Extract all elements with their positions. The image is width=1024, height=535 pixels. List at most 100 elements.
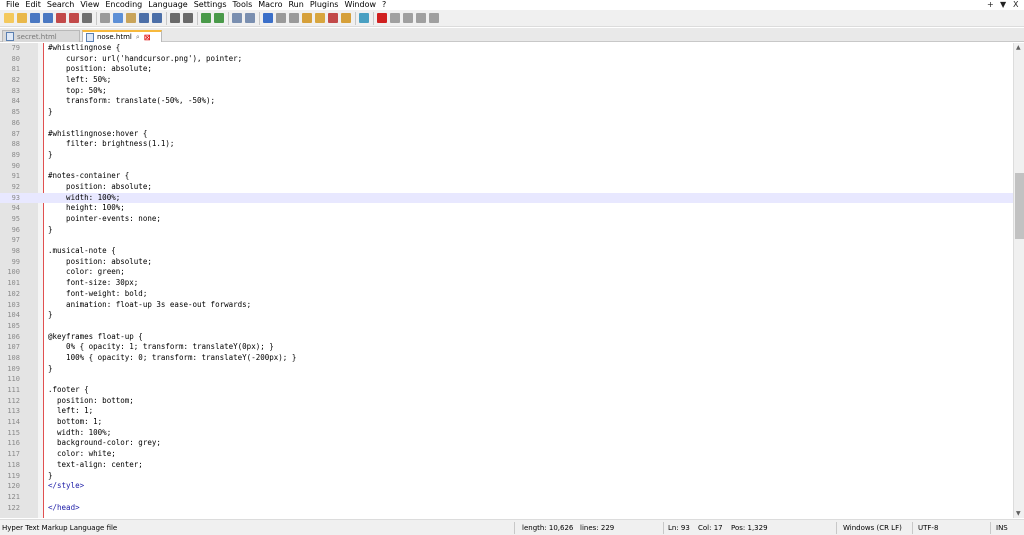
code-line[interactable]: 115 width: 100%; [0,428,1013,439]
code-line[interactable]: 113 left: 1; [0,406,1013,417]
sync-scroll-v-icon[interactable] [232,13,242,23]
zoom-out-icon[interactable] [214,13,224,23]
monitoring-icon[interactable] [359,13,369,23]
code-line[interactable]: 102 font-weight: bold; [0,289,1013,300]
menu-file[interactable]: File [3,0,22,9]
code-line[interactable]: 105 [0,321,1013,332]
menu-run[interactable]: Run [285,0,306,9]
menu-encoding[interactable]: Encoding [102,0,145,9]
code-line[interactable]: 106 @keyframes float-up { [0,332,1013,343]
code-line[interactable]: 104} [0,310,1013,321]
code-line[interactable]: 116 background-color: grey; [0,438,1013,449]
code-line[interactable]: 107 0% { opacity: 1; transform: translat… [0,342,1013,353]
redo-icon[interactable] [152,13,162,23]
sync-scroll-h-icon[interactable] [245,13,255,23]
close-all-icon[interactable] [69,13,79,23]
scroll-down-arrow-icon[interactable]: ▼ [1016,510,1021,517]
code-line[interactable]: 90 [0,161,1013,172]
pin-icon[interactable]: ⌕ [136,33,140,42]
code-line[interactable]: 91 #notes-container { [0,171,1013,182]
code-editor[interactable]: 79 #whistlingnose {80 cursor: url('handcu… [0,43,1013,518]
menu-tools[interactable]: Tools [230,0,256,9]
print-icon[interactable] [82,13,92,23]
find-icon[interactable] [170,13,180,23]
save-macro-icon[interactable] [429,13,439,23]
code-line[interactable]: 114 bottom: 1; [0,417,1013,428]
open-file-icon[interactable] [17,13,27,23]
status-eol[interactable]: Windows (CR LF) [843,523,902,533]
cut-icon[interactable] [100,13,110,23]
code-line[interactable]: 118 text-align: center; [0,460,1013,471]
close-tab-icon[interactable]: ⊠ [144,33,151,42]
code-line[interactable]: 88 filter: brightness(1.1); [0,139,1013,150]
zoom-in-icon[interactable] [201,13,211,23]
code-line[interactable]: 98 .musical-note { [0,246,1013,257]
vertical-scrollbar[interactable]: ▲ ▼ [1013,43,1024,518]
new-file-icon[interactable] [4,13,14,23]
new-window-control[interactable]: + [987,0,994,9]
tab-secret-html[interactable]: secret.html [2,30,80,42]
status-encoding[interactable]: UTF-8 [918,523,938,533]
menu-macro[interactable]: Macro [255,0,285,9]
code-line[interactable]: 89} [0,150,1013,161]
code-line[interactable]: 79 #whistlingnose { [0,43,1013,54]
code-line[interactable]: 103 animation: float-up 3s ease-out forw… [0,300,1013,311]
code-line[interactable]: 96} [0,225,1013,236]
record-macro-icon[interactable] [377,13,387,23]
show-all-chars-icon[interactable] [276,13,286,23]
menu-plugins[interactable]: Plugins [307,0,342,9]
indent-guide-icon[interactable] [289,13,299,23]
code-line[interactable]: 122 </head> [0,503,1013,514]
code-line[interactable]: 84 transform: translate(-50%, -50%); [0,96,1013,107]
menu-search[interactable]: Search [44,0,77,9]
doc-map-icon[interactable] [315,13,325,23]
code-line[interactable]: 82 left: 50%; [0,75,1013,86]
code-line[interactable]: 93 width: 100%; [0,192,1013,204]
stop-record-icon[interactable] [390,13,400,23]
menu-language[interactable]: Language [145,0,190,9]
scrollbar-thumb[interactable] [1015,173,1024,239]
save-all-icon[interactable] [43,13,53,23]
code-line[interactable]: 117 color: white; [0,449,1013,460]
code-line[interactable]: 80 cursor: url('handcursor.png'), pointe… [0,54,1013,65]
copy-icon[interactable] [113,13,123,23]
function-list-icon[interactable] [328,13,338,23]
code-line[interactable]: 85} [0,107,1013,118]
code-line[interactable]: 95 pointer-events: none; [0,214,1013,225]
code-line[interactable]: 121 [0,492,1013,503]
code-line[interactable]: 94 height: 100%; [0,203,1013,214]
code-line[interactable]: 87 #whistlingnose:hover { [0,129,1013,140]
menu-help[interactable]: ? [379,0,389,9]
window-list-control[interactable]: ▼ [1000,0,1006,9]
close-document-control[interactable]: X [1013,0,1018,9]
menu-view[interactable]: View [77,0,102,9]
save-icon[interactable] [30,13,40,23]
code-line[interactable]: 110 [0,374,1013,385]
word-wrap-icon[interactable] [263,13,273,23]
code-line[interactable]: 100 color: green; [0,267,1013,278]
code-line[interactable]: 86 [0,118,1013,129]
udl-icon[interactable] [302,13,312,23]
code-line[interactable]: 108 100% { opacity: 0; transform: transl… [0,353,1013,364]
code-line[interactable]: 120 </style> [0,481,1013,492]
paste-icon[interactable] [126,13,136,23]
code-line[interactable]: 112 position: bottom; [0,396,1013,407]
code-line[interactable]: 111 .footer { [0,385,1013,396]
code-line[interactable]: 92 position: absolute; [0,182,1013,193]
code-line[interactable]: 101 font-size: 30px; [0,278,1013,289]
folder-workspace-icon[interactable] [341,13,351,23]
menu-edit[interactable]: Edit [22,0,44,9]
tab-nose-html[interactable]: nose.html ⌕ ⊠ [82,30,162,42]
code-line[interactable]: 99 position: absolute; [0,257,1013,268]
play-macro-icon[interactable] [403,13,413,23]
code-line[interactable]: 97 [0,235,1013,246]
undo-icon[interactable] [139,13,149,23]
code-line[interactable]: 109} [0,364,1013,375]
run-macro-multiple-icon[interactable] [416,13,426,23]
menu-settings[interactable]: Settings [191,0,230,9]
close-icon[interactable] [56,13,66,23]
code-line[interactable]: 83 top: 50%; [0,86,1013,97]
status-insert-mode[interactable]: INS [996,523,1008,533]
menu-window[interactable]: Window [341,0,379,9]
code-line[interactable]: 81 position: absolute; [0,64,1013,75]
